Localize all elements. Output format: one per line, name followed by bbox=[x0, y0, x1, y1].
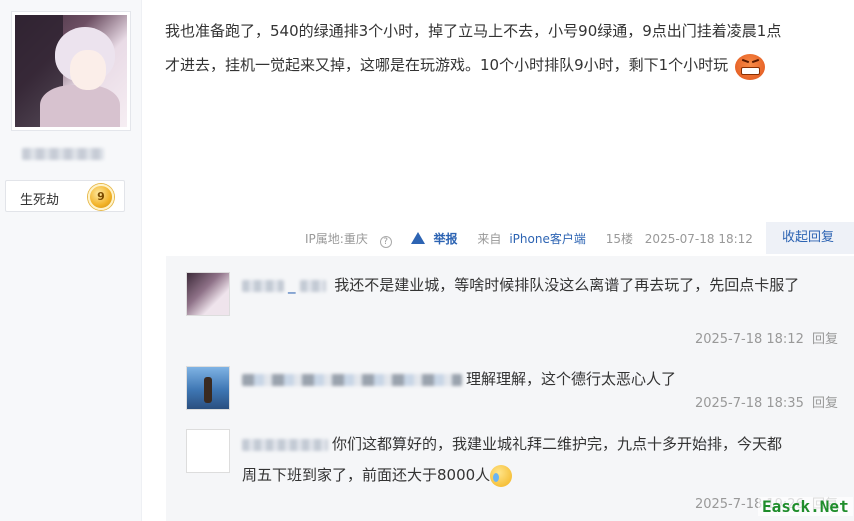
level-badge[interactable]: 生死劫 9 bbox=[5, 180, 125, 212]
level-title: 生死劫 bbox=[20, 193, 60, 208]
reply-username-blurred[interactable] bbox=[242, 279, 284, 292]
crying-face-icon bbox=[490, 464, 513, 487]
reply-item: _ 我还不是建业城，等啥时候排队没这么离谱了再去玩了，先回点卡服了 2025-7… bbox=[186, 272, 846, 352]
user-avatar[interactable] bbox=[11, 11, 131, 131]
reply-text-line-2: 周五下班到家了，前面还大于8000人 bbox=[242, 466, 491, 484]
post-line-1: 我也准备跑了，540的绿通排3个小时，掉了立马上不去，小号90绿通，9点出门挂着… bbox=[165, 22, 782, 40]
client-prefix: 来自 bbox=[477, 232, 502, 246]
post-time: 2025-07-18 18:12 bbox=[644, 232, 753, 246]
reply-line-1: 你们这都算好的，我建业城礼拜二维护完，九点十多开始排，今天都 bbox=[242, 429, 846, 460]
reply-meta: 2025-7-18 18:35 回复 bbox=[695, 392, 838, 411]
help-icon[interactable]: ? bbox=[379, 236, 392, 248]
site-watermark: Easck.Net bbox=[758, 497, 853, 516]
collapse-replies-button[interactable]: 收起回复 bbox=[766, 222, 854, 254]
warning-icon bbox=[411, 232, 426, 244]
post-line-2: 才进去，挂机一觉起来又掉，这哪是在玩游戏。10个小时排队9小时，剩下1个小时玩 bbox=[165, 48, 851, 82]
client-info: 来自 iPhone客户端 bbox=[477, 232, 594, 246]
reply-button[interactable]: 回复 bbox=[812, 332, 838, 347]
avatar-image bbox=[15, 15, 127, 127]
reply-text-line-1: 你们这都算好的，我建业城礼拜二维护完，九点十多开始排，今天都 bbox=[332, 435, 783, 453]
reply-item: 理解理解，这个德行太恶心人了 2025-7-18 18:35 回复 bbox=[186, 366, 846, 426]
reply-button[interactable]: 回复 bbox=[812, 396, 838, 411]
level-number: 9 bbox=[97, 190, 105, 203]
reply-body: 理解理解，这个德行太恶心人了 bbox=[242, 366, 846, 392]
angry-face-icon bbox=[734, 52, 767, 80]
reply-line-2: 周五下班到家了，前面还大于8000人 bbox=[242, 460, 846, 491]
reply-text: 我还不是建业城，等啥时候排队没这么离谱了再去玩了，先回点卡服了 bbox=[334, 276, 800, 294]
reply-time: 2025-7-18 18:12 bbox=[694, 332, 804, 347]
reply-avatar[interactable] bbox=[186, 429, 230, 473]
post-content: 我也准备跑了，540的绿通排3个小时，掉了立马上不去，小号90绿通，9点出门挂着… bbox=[165, 14, 851, 82]
reply-username-blurred-suffix[interactable] bbox=[299, 279, 326, 292]
reply-meta: 2025-7-18 18:12 回复 bbox=[695, 328, 838, 347]
floor-number: 15楼 bbox=[605, 232, 633, 246]
reply-text: 理解理解，这个德行太恶心人了 bbox=[466, 370, 677, 388]
reply-avatar[interactable] bbox=[186, 366, 230, 410]
reply-avatar[interactable] bbox=[186, 272, 230, 316]
reply-body: _ 我还不是建业城，等啥时候排队没这么离谱了再去玩了，先回点卡服了 bbox=[242, 272, 846, 298]
reply-item: 你们这都算好的，我建业城礼拜二维护完，九点十多开始排，今天都 周五下班到家了，前… bbox=[186, 429, 846, 521]
post-meta-bar: IP属地:重庆 ? 举报 来自 iPhone客户端 15楼 2025-07-18 … bbox=[305, 230, 761, 248]
name-separator: _ bbox=[288, 276, 296, 294]
report-label: 举报 bbox=[433, 232, 458, 246]
reply-username-blurred[interactable] bbox=[242, 373, 462, 386]
ip-location: IP属地:重庆 ? bbox=[305, 232, 400, 248]
reply-username-blurred[interactable] bbox=[242, 438, 328, 451]
post-line-2-text: 才进去，挂机一觉起来又掉，这哪是在玩游戏。10个小时排队9小时，剩下1个小时玩 bbox=[165, 56, 729, 74]
username-blurred[interactable] bbox=[22, 148, 104, 160]
reply-list: _ 我还不是建业城，等啥时候排队没这么离谱了再去玩了，先回点卡服了 2025-7… bbox=[166, 256, 854, 521]
ip-location-text: IP属地:重庆 bbox=[305, 232, 368, 246]
reply-body: 你们这都算好的，我建业城礼拜二维护完，九点十多开始排，今天都 周五下班到家了，前… bbox=[242, 429, 846, 491]
user-sidebar: 生死劫 9 bbox=[0, 0, 142, 521]
client-link[interactable]: iPhone客户端 bbox=[509, 232, 586, 246]
report-link[interactable]: 举报 bbox=[411, 232, 465, 246]
reply-time: 2025-7-18 18:35 bbox=[694, 396, 804, 411]
level-star-icon: 9 bbox=[88, 184, 114, 210]
